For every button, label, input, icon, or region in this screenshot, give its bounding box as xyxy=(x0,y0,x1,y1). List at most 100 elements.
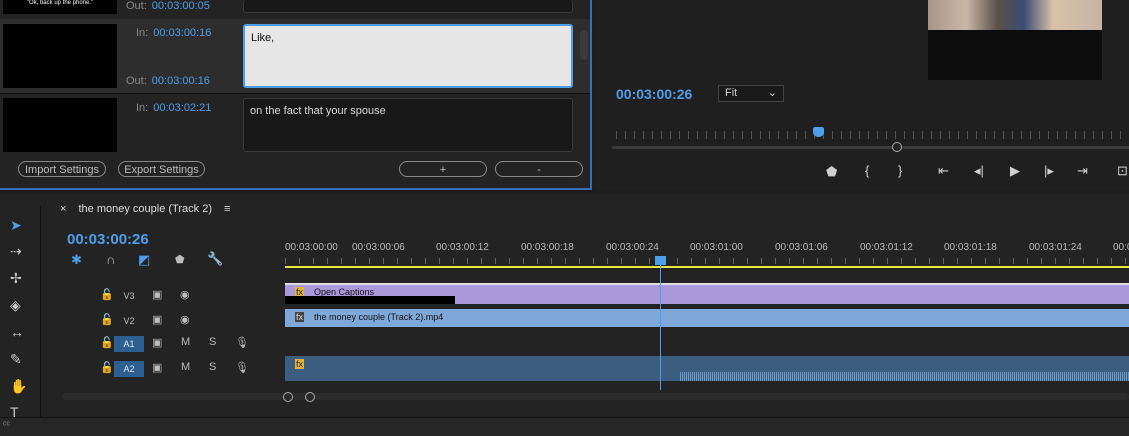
audio-waveform xyxy=(680,372,1129,381)
ruler-label: 00:03:01:24 xyxy=(1029,242,1082,253)
track-header-v3[interactable]: 🔓 V3 ▣ ◉ xyxy=(50,284,285,308)
track-select-tool-icon[interactable]: ⇢ xyxy=(10,243,22,260)
open-captions-clip[interactable]: fx Open Captions xyxy=(285,285,1129,304)
mute-button[interactable]: M xyxy=(181,361,190,373)
monitor-zoom-bar[interactable] xyxy=(612,146,1129,149)
remove-caption-button[interactable]: - xyxy=(495,161,583,177)
insert-overwrite-icon[interactable]: ◩ xyxy=(138,252,150,268)
ruler-ticks xyxy=(285,258,1129,264)
in-label: In: 00:03:00:16 xyxy=(136,27,212,39)
lock-icon[interactable]: 🔓 xyxy=(100,361,114,374)
lock-icon[interactable]: 🔓 xyxy=(100,288,114,301)
linked-selection-icon[interactable]: ∩ xyxy=(106,252,115,267)
program-timecode[interactable]: 00:03:00:26 xyxy=(616,86,692,102)
timeline-timecode[interactable]: 00:03:00:26 xyxy=(67,231,149,248)
video-clip[interactable]: fx the money couple (Track 2).mp4 xyxy=(285,309,1129,327)
solo-button[interactable]: S xyxy=(209,336,216,348)
monitor-ruler[interactable] xyxy=(616,131,1129,139)
creative-cloud-icon[interactable]: ᶜᶜ xyxy=(3,420,10,431)
status-bar: ᶜᶜ xyxy=(0,417,1129,436)
selection-tool-icon[interactable]: ➤ xyxy=(10,217,22,234)
playhead-line[interactable] xyxy=(660,257,661,390)
ruler-label: 00:03:01:06 xyxy=(775,242,828,253)
lift-icon[interactable]: ⊡ xyxy=(1117,164,1128,177)
zoom-fit-dropdown[interactable]: Fit ⌄ xyxy=(718,85,784,102)
caption-text-field[interactable]: Like, xyxy=(243,24,573,88)
scroll-handle-right[interactable] xyxy=(305,392,315,402)
solo-button[interactable]: S xyxy=(209,361,216,373)
track-header-a1[interactable]: 🔓 A1 ▣ M S 🎙 xyxy=(50,332,285,356)
go-to-out-icon[interactable]: ⇥ xyxy=(1077,164,1088,177)
clip-label: the money couple (Track 2).mp4 xyxy=(314,312,444,322)
eye-icon[interactable]: ◉ xyxy=(180,288,190,301)
snap-icon[interactable]: ✱ xyxy=(71,252,82,268)
panel-menu-icon[interactable]: ≡ xyxy=(224,203,230,215)
step-back-icon[interactable]: ◂| xyxy=(974,164,984,177)
microphone-icon[interactable]: 🎙 xyxy=(235,361,249,374)
in-label: In: 00:03:02:21 xyxy=(136,102,212,114)
pen-tool-icon[interactable]: ✎ xyxy=(10,351,22,368)
sync-lock-icon[interactable]: ▣ xyxy=(152,361,162,374)
track-label[interactable]: V2 xyxy=(114,313,144,329)
wrench-icon[interactable]: 🔧 xyxy=(207,251,223,267)
lock-icon[interactable]: 🔓 xyxy=(100,336,114,349)
caption-row-selected[interactable]: In: 00:03:00:16 Out: 00:03:00:16 Like, xyxy=(0,19,590,94)
sequence-name: the money couple (Track 2) xyxy=(78,203,212,215)
playhead-handle[interactable] xyxy=(655,256,666,265)
track-header-a2[interactable]: 🔓 A2 ▣ M S 🎙 xyxy=(50,357,285,381)
track-label[interactable]: A2 xyxy=(114,361,144,377)
sequence-tab[interactable]: × the money couple (Track 2) ≡ xyxy=(60,203,230,215)
out-timecode[interactable]: 00:03:00:16 xyxy=(152,75,210,87)
caption-text-field[interactable]: on the fact that your spouse xyxy=(243,98,573,152)
caption-row[interactable]: "Ok, back up the phone." Out: 00:03:00:05 xyxy=(0,0,590,20)
hand-tool-icon[interactable]: ✋ xyxy=(10,378,27,395)
step-forward-icon[interactable]: |▸ xyxy=(1044,164,1054,177)
lock-icon[interactable]: 🔓 xyxy=(100,313,114,326)
export-settings-button[interactable]: Export Settings xyxy=(118,161,205,177)
captions-scrollbar[interactable] xyxy=(580,30,588,60)
ripple-edit-tool-icon[interactable]: ✢ xyxy=(10,270,22,287)
caption-thumbnail xyxy=(3,98,117,152)
sync-lock-icon[interactable]: ▣ xyxy=(152,313,162,326)
caption-text-field[interactable] xyxy=(243,0,573,13)
ruler-label: 00:03:00:12 xyxy=(436,242,489,253)
out-timecode[interactable]: 00:03:00:05 xyxy=(152,0,210,12)
marker-icon[interactable]: ⬟ xyxy=(826,165,837,178)
import-settings-button[interactable]: Import Settings xyxy=(18,161,106,177)
go-to-in-icon[interactable]: ⇤ xyxy=(938,164,949,177)
work-area-bar[interactable] xyxy=(285,266,1129,268)
slip-tool-icon[interactable]: ↔ xyxy=(10,324,24,340)
timeline-scrollbar[interactable] xyxy=(62,393,1129,400)
sync-lock-icon[interactable]: ▣ xyxy=(152,288,162,301)
track-label[interactable]: V3 xyxy=(114,288,144,304)
eye-icon[interactable]: ◉ xyxy=(180,313,190,326)
close-icon[interactable]: × xyxy=(60,203,66,215)
sync-lock-icon[interactable]: ▣ xyxy=(152,336,162,349)
in-timecode[interactable]: 00:03:00:16 xyxy=(153,27,211,39)
ruler-label: 00:03:00:00 xyxy=(285,242,338,253)
mark-in-icon[interactable]: { xyxy=(865,164,869,177)
audio-clip[interactable]: fx xyxy=(285,356,1129,381)
mark-out-icon[interactable]: } xyxy=(898,164,902,177)
ruler-label: 00:03:02:00 xyxy=(1113,242,1129,253)
scroll-handle-left[interactable] xyxy=(283,392,293,402)
play-icon[interactable]: ▶ xyxy=(1010,164,1020,177)
razor-tool-icon[interactable]: ◈ xyxy=(10,297,21,314)
add-caption-button[interactable]: + xyxy=(399,161,487,177)
caption-row[interactable]: In: 00:03:02:21 on the fact that your spo… xyxy=(0,94,590,152)
fx-badge: fx xyxy=(295,312,305,322)
microphone-icon[interactable]: 🎙 xyxy=(235,336,249,349)
track-label[interactable]: A1 xyxy=(114,336,144,352)
caption-segment[interactable] xyxy=(285,296,455,304)
caption-thumbnail: "Ok, back up the phone." xyxy=(3,0,117,14)
track-header-v2[interactable]: 🔓 V2 ▣ ◉ xyxy=(50,309,285,333)
caption-thumbnail xyxy=(3,24,117,88)
fx-badge: fx xyxy=(295,359,305,369)
mute-button[interactable]: M xyxy=(181,336,190,348)
add-marker-icon[interactable]: ⬟ xyxy=(175,253,185,266)
ruler-label: 00:03:01:12 xyxy=(860,242,913,253)
tools-panel: ➤ ⇢ ✢ ◈ ↔ ✎ ✋ T xyxy=(0,206,41,435)
monitor-playhead[interactable] xyxy=(813,127,824,137)
zoom-handle[interactable] xyxy=(892,142,902,152)
in-timecode[interactable]: 00:03:02:21 xyxy=(153,102,211,114)
